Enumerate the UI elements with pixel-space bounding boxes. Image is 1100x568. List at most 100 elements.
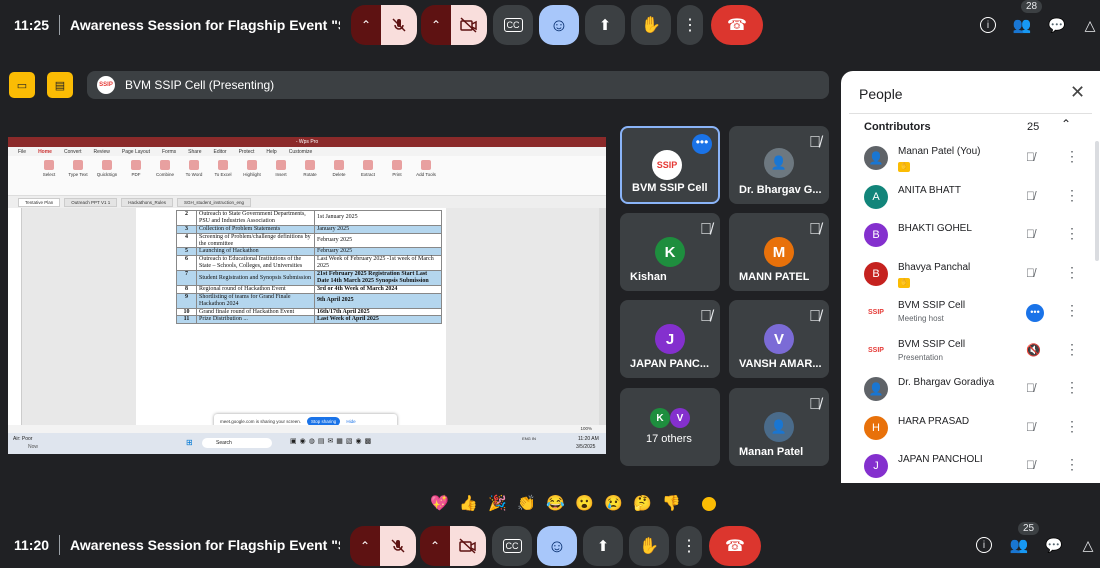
taskbar-apps-icon[interactable]: ▣◉◍▤✉▦▧◉▩ <box>290 437 374 445</box>
participant-row[interactable]: H HARA PRASAD 🎙̸ ⋮ <box>841 410 1100 448</box>
reaction-emoji[interactable]: 👍 <box>459 494 478 512</box>
wps-doc-tab[interactable]: SGH_student_instruction_eng <box>177 197 252 207</box>
wps-tool-button[interactable]: Print <box>386 160 408 191</box>
reaction-emoji[interactable]: 👎 <box>662 494 681 512</box>
tile-bvm-ssip-cell[interactable]: SSIP ••• BVM SSIP Cell <box>620 126 720 204</box>
participant-row[interactable]: 👤 Dr. Bhargav Goradiya 🎙̸ ⋮ <box>841 371 1100 409</box>
wps-menu-item[interactable]: Review <box>93 149 109 155</box>
wps-tool-button[interactable]: Select <box>38 160 60 191</box>
tile-kishan[interactable]: K 🎙̸ Kishan <box>620 213 720 291</box>
wps-tool-button[interactable]: Rotate <box>299 160 321 191</box>
wps-tool-button[interactable]: To Excel <box>212 160 234 191</box>
wps-doc-tab[interactable]: Outreach PPT V1 1 <box>64 197 118 207</box>
tile-manan-patel[interactable]: 👤 🎙̸ Manan Patel <box>729 388 829 466</box>
people-button[interactable]: 👥 <box>1007 533 1031 557</box>
tile-dr-bhargav[interactable]: 👤 🎙̸ Dr. Bhargav G... <box>729 126 829 204</box>
more-icon[interactable]: ⋮ <box>1065 148 1079 165</box>
mic-options-button[interactable]: ⌃ <box>351 5 381 45</box>
camera-toggle-button[interactable] <box>451 5 487 45</box>
more-icon[interactable]: ⋮ <box>1065 225 1079 242</box>
wps-tool-button[interactable]: Type Text <box>67 160 89 191</box>
layout-button[interactable]: ▤ <box>47 72 73 98</box>
mic-options-button[interactable]: ⌃ <box>350 526 380 566</box>
tile-vansh-amar[interactable]: V 🎙̸ VANSH AMAR... <box>729 300 829 378</box>
activities-button[interactable]: △ <box>1076 533 1100 557</box>
tile-mann-patel[interactable]: M 🎙̸ MANN PATEL <box>729 213 829 291</box>
wps-tool-button[interactable]: To Word <box>183 160 205 191</box>
taskbar-search[interactable]: Search <box>202 438 272 448</box>
info-button[interactable]: i <box>976 13 1000 37</box>
windows-start-icon[interactable]: ⊞ <box>186 438 193 447</box>
reaction-emoji[interactable]: 💖 <box>430 494 449 512</box>
people-button[interactable]: 👥 <box>1010 13 1034 37</box>
raise-hand-button[interactable]: ✋ <box>631 5 671 45</box>
activities-button[interactable]: △ <box>1078 13 1100 37</box>
wps-tool-button[interactable]: Highlight <box>241 160 263 191</box>
wps-tool-button[interactable]: PDF <box>125 160 147 191</box>
reaction-emoji[interactable]: 😮 <box>575 494 594 512</box>
mic-toggle-button[interactable] <box>380 526 416 566</box>
chat-button[interactable]: 💬 <box>1042 533 1066 557</box>
wps-menu-item[interactable]: Customize <box>289 149 313 155</box>
info-button[interactable]: i <box>972 533 996 557</box>
reaction-emoji[interactable]: 👏 <box>517 494 536 512</box>
participant-row[interactable]: SSIP BVM SSIP Cell Presentation 🔇 ⋮ <box>841 333 1100 371</box>
wps-menu-item[interactable]: Editor <box>214 149 227 155</box>
tile-others[interactable]: K V 17 others <box>620 388 720 466</box>
participant-row[interactable]: 👤 Manan Patel (You) ✋ 🎙̸ ⋮ <box>841 140 1100 178</box>
more-icon[interactable]: ⋮ <box>1065 456 1079 473</box>
wps-tool-button[interactable]: Insert <box>270 160 292 191</box>
tile-japan-pancholi[interactable]: J 🎙̸ JAPAN PANC... <box>620 300 720 378</box>
captions-button[interactable]: CC <box>492 526 532 566</box>
wps-menu-item[interactable]: Protect <box>239 149 255 155</box>
captions-button[interactable]: CC <box>493 5 533 45</box>
wps-menu-item[interactable]: Forms <box>162 149 176 155</box>
wps-menu-item[interactable]: Home <box>38 149 52 155</box>
wps-menu-item[interactable]: Convert <box>64 149 82 155</box>
mic-toggle-button[interactable] <box>381 5 417 45</box>
wps-tool-button[interactable]: Delete <box>328 160 350 191</box>
chevron-up-icon[interactable]: ⌃ <box>1061 117 1071 131</box>
present-button[interactable]: ⬆ <box>583 526 623 566</box>
wps-menu-item[interactable]: Share <box>188 149 201 155</box>
close-icon[interactable]: ✕ <box>1070 82 1085 103</box>
wps-menu-item[interactable]: File <box>18 149 26 155</box>
reactions-button[interactable]: ☺ <box>539 5 579 45</box>
more-icon[interactable]: ⋮ <box>1065 379 1079 396</box>
participant-row[interactable]: A ANITA BHATT 🎙̸ ⋮ <box>841 179 1100 217</box>
wps-tool-button[interactable]: Add Tools <box>415 160 437 191</box>
reactions-button[interactable]: ☺ <box>537 526 577 566</box>
reaction-emoji[interactable]: 🎉 <box>488 494 507 512</box>
skin-tone-button[interactable] <box>701 496 717 512</box>
wps-doc-tab[interactable]: Tentative Plan <box>18 197 61 207</box>
wps-tool-button[interactable]: Extract <box>357 160 379 191</box>
wps-doc-tab[interactable]: Hackathons_Rules <box>121 197 174 207</box>
participant-row[interactable]: SSIP BVM SSIP Cell Meeting host ••• ⋮ <box>841 294 1100 332</box>
wps-tool-button[interactable]: Combine <box>154 160 176 191</box>
more-options-button[interactable]: ⋮ <box>677 5 703 45</box>
participant-row[interactable]: B Bhavya Panchal ✋ 🎙̸ ⋮ <box>841 256 1100 294</box>
reaction-emoji[interactable]: 😂 <box>546 494 565 512</box>
reaction-emoji[interactable]: 🤔 <box>633 494 652 512</box>
wps-tool-button[interactable]: QuickSign <box>96 160 118 191</box>
wps-scrollbar[interactable] <box>599 208 606 433</box>
participant-row[interactable]: B BHAKTI GOHEL 🎙̸ ⋮ <box>841 217 1100 255</box>
more-icon[interactable]: ⋮ <box>1065 264 1079 281</box>
leave-call-button[interactable]: ☎ <box>711 5 763 45</box>
more-icon[interactable]: ⋮ <box>1065 418 1079 435</box>
reaction-emoji[interactable]: 😢 <box>604 494 623 512</box>
leave-call-button[interactable]: ☎ <box>709 526 761 566</box>
camera-options-button[interactable]: ⌃ <box>420 526 450 566</box>
chat-button[interactable]: 💬 <box>1045 13 1069 37</box>
more-icon[interactable]: ⋮ <box>1065 341 1079 358</box>
camera-toggle-button[interactable] <box>450 526 486 566</box>
present-button[interactable]: ⬆ <box>585 5 625 45</box>
more-icon[interactable]: ⋮ <box>1065 187 1079 204</box>
participant-row[interactable]: J JAPAN PANCHOLI 🎙̸ ⋮ <box>841 448 1100 483</box>
wps-menu-item[interactable]: Page Layout <box>122 149 150 155</box>
stop-presenting-button[interactable]: ▭ <box>9 72 35 98</box>
raise-hand-button[interactable]: ✋ <box>629 526 669 566</box>
hide-button[interactable]: Hide <box>346 419 355 424</box>
more-icon[interactable]: ⋮ <box>1065 302 1079 319</box>
wps-menu-item[interactable]: Help <box>266 149 276 155</box>
